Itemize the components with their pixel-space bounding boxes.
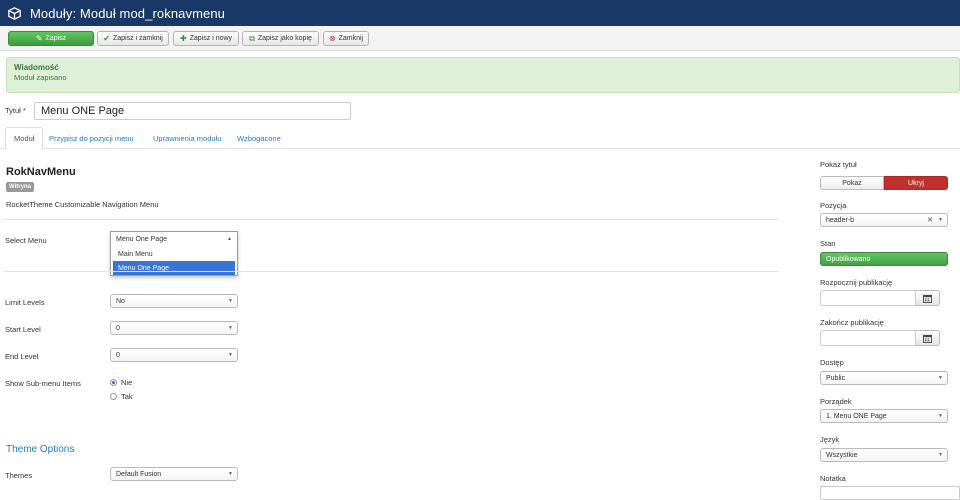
publish-down-input[interactable] [820,330,916,346]
start-level-select[interactable]: 0 ▼ [110,321,238,335]
access-value: Public [826,374,846,382]
close-button-label: Zamknij [338,35,364,42]
select-menu-label: Select Menu [5,236,47,245]
chevron-down-icon: ▼ [938,413,943,419]
start-level-value: 0 [116,324,120,332]
access-select[interactable]: Public ▼ [820,371,948,385]
check-icon: ✔ [103,33,110,43]
limit-levels-value: No [116,297,125,305]
show-title-hide-button[interactable]: Ukryj [884,176,948,190]
save-new-button-label: Zapisz i nowy [189,35,233,42]
show-submenu-option-nie: Nie [121,378,133,387]
chevron-down-icon: ▼ [938,375,943,381]
themes-select[interactable]: Default Fusion ▼ [110,467,238,481]
save-button-label: Zapisz [45,35,67,42]
select-menu-option[interactable]: Main Menu [113,247,235,261]
cancel-icon: ⊗ [328,33,336,43]
publish-down-calendar-button[interactable] [916,330,940,346]
tab-module[interactable]: Moduł [5,127,44,149]
note-label: Notatka [820,474,846,483]
tab-advanced[interactable]: Wzbogacone [229,127,289,149]
position-select[interactable]: header-b ✕ ▼ [820,213,948,227]
title-input[interactable]: Menu ONE Page [34,102,351,120]
start-level-label: Start Level [5,325,41,334]
language-select[interactable]: Wszystkie ▼ [820,448,948,462]
message-heading: Wiadomość [14,63,59,72]
copy-icon: ⧉ [249,33,255,43]
show-submenu-radio-tak[interactable] [110,393,117,400]
ordering-label: Porządek [820,397,852,406]
divider [4,219,779,220]
access-label: Dostęp [820,358,844,367]
ordering-value: 1. Menu ONE Page [826,412,887,420]
divider [4,271,779,272]
position-value: header-b [826,216,855,224]
themes-label: Themes [5,471,33,480]
publish-up-input[interactable] [820,290,916,306]
chevron-down-icon: ▼ [228,471,233,477]
save-new-button[interactable]: ✚ Zapisz i nowy [173,31,239,46]
end-level-label: End Level [5,352,39,361]
save-copy-button[interactable]: ⧉ Zapisz jako kopię [242,31,319,46]
publish-up-calendar-button[interactable] [916,290,940,306]
themes-value: Default Fusion [116,470,162,478]
tab-permissions[interactable]: Uprawnienia modułu [145,127,229,149]
end-level-value: 0 [116,351,120,359]
save-close-button-label: Zapisz i zamknij [112,35,163,42]
tab-menu-assignment[interactable]: Przypisz do pozycji menu [41,127,142,149]
success-message: Wiadomość Moduł zapisano [6,57,960,93]
page-title: Moduły: Moduł mod_roknavmenu [30,5,226,21]
save-close-button[interactable]: ✔ Zapisz i zamknij [97,31,169,46]
save-copy-button-label: Zapisz jako kopię [257,35,312,42]
toolbar: ✎ Zapisz ✔ Zapisz i zamknij ✚ Zapisz i n… [0,26,960,51]
status-select[interactable]: Opublikowano [820,252,948,266]
chevron-down-icon: ▼ [228,298,233,304]
tab-bar: Moduł Przypisz do pozycji menu Uprawnien… [0,127,960,149]
message-body: Moduł zapisano [14,73,67,82]
chevron-up-icon: ▲ [227,236,232,242]
ordering-select[interactable]: 1. Menu ONE Page ▼ [820,409,948,423]
show-submenu-label: Show Sub-menu Items [5,379,81,388]
language-label: Język [820,435,840,444]
cube-icon [8,6,21,20]
language-value: Wszystkie [826,451,858,459]
calendar-icon [923,334,932,343]
chevron-down-icon: ▼ [938,452,943,458]
site-badge: Witryna [6,182,34,192]
plus-icon: ✚ [179,33,187,43]
close-button[interactable]: ⊗ Zamknij [323,31,369,46]
select-menu-option-selected[interactable]: Menu One Page [113,261,235,275]
end-level-select[interactable]: 0 ▼ [110,348,238,362]
show-submenu-option-tak: Tak [121,392,133,401]
show-submenu-radio-nie[interactable] [110,379,117,386]
edit-icon: ✎ [35,33,43,43]
chevron-down-icon: ▼ [228,352,233,358]
title-label: Tytuł * [5,106,26,115]
calendar-icon [923,294,932,303]
select-menu-dropdown[interactable]: Menu One Page ▲ Main Menu Menu One Page [110,231,238,276]
module-name: RokNavMenu [6,166,76,178]
limit-levels-select[interactable]: No ▼ [110,294,238,308]
save-button[interactable]: ✎ Zapisz [8,31,94,46]
show-title-label: Pokaż tytuł [820,160,857,169]
position-label: Pozycja [820,201,847,210]
theme-options-heading: Theme Options [6,444,75,455]
select-menu-current[interactable]: Menu One Page ▲ [111,232,237,247]
chevron-down-icon: ▼ [228,325,233,331]
top-header-bar: Moduły: Moduł mod_roknavmenu [0,0,960,26]
status-label: Stan [820,239,836,248]
publish-down-label: Zakończ publikację [820,318,884,327]
module-description: RocketTheme Customizable Navigation Menu [6,200,159,209]
select-menu-value: Menu One Page [116,236,167,243]
publish-up-label: Rozpocznij publikację [820,278,893,287]
show-title-show-button[interactable]: Pokaż [820,176,884,190]
limit-levels-label: Limit Levels [5,298,45,307]
clear-icon[interactable]: ✕ [927,216,933,224]
chevron-down-icon: ▼ [938,217,943,223]
